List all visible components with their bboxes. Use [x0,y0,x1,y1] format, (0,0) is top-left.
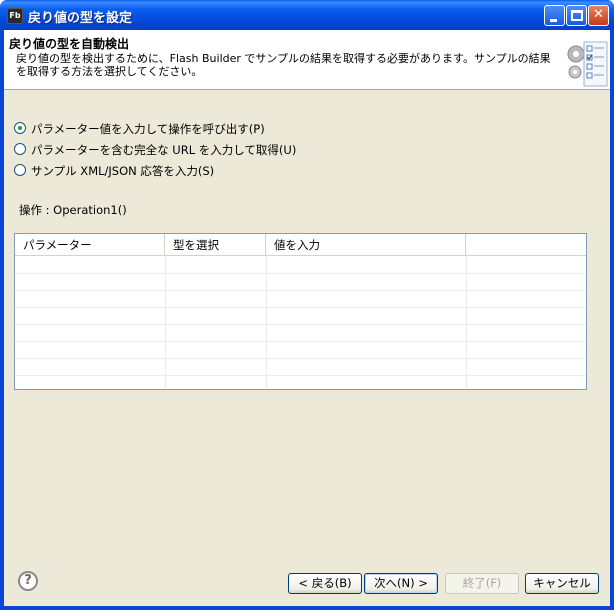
option-label: サンプル XML/JSON 応答を入力(S) [31,164,215,178]
column-header-parameter[interactable]: パラメーター [15,234,165,256]
finish-button[interactable]: 終了(F) [445,573,519,594]
minimize-icon [550,19,557,22]
window-title: 戻り値の型を設定 [28,11,133,26]
back-button[interactable]: < 戻る(B) [288,573,362,594]
column-header-type[interactable]: 型を選択 [165,234,266,256]
close-button[interactable]: ✕ [588,5,609,26]
radio-invoke-operation[interactable] [14,122,26,134]
option-label: パラメーター値を入力して操作を呼び出す(P) [31,122,265,136]
dialog-content: 戻り値の型を自動検出 戻り値の型を検出するために、Flash Builder で… [4,30,610,606]
grid-line [15,307,586,308]
title-bar[interactable]: Fb 戻り値の型を設定 ✕ [0,0,614,30]
grid-line [15,341,586,342]
table-header: パラメーター 型を選択 値を入力 [15,234,586,256]
grid-line [466,256,467,389]
grid-line [15,375,586,376]
column-header-empty[interactable] [466,234,586,256]
grid-line [15,324,586,325]
banner-title: 戻り値の型を自動検出 [9,37,130,51]
grid-line [15,290,586,291]
minimize-button[interactable] [544,5,565,26]
dialog-window: Fb 戻り値の型を設定 ✕ 戻り値の型を自動検出 戻り値の型を検出するために、F… [0,0,614,610]
radio-sample-response[interactable] [14,164,26,176]
radio-enter-url[interactable] [14,143,26,155]
wizard-gear-icon [567,41,608,87]
option-label: パラメーターを含む完全な URL を入力して取得(U) [31,143,297,157]
column-header-value[interactable]: 値を入力 [266,234,466,256]
app-icon: Fb [7,8,23,24]
next-button[interactable]: 次へ(N) > [364,573,438,594]
grid-line [15,358,586,359]
cancel-button[interactable]: キャンセル [525,573,599,594]
operation-label: 操作 : Operation1() [19,203,127,217]
banner-description: 戻り値の型を検出するために、Flash Builder でサンプルの結果を取得す… [16,52,551,78]
grid-line [15,273,586,274]
maximize-button[interactable] [566,5,587,26]
close-icon: ✕ [593,7,604,22]
wizard-banner: 戻り値の型を自動検出 戻り値の型を検出するために、Flash Builder で… [4,30,610,90]
parameter-table[interactable]: パラメーター 型を選択 値を入力 [14,233,587,390]
maximize-icon [571,10,583,21]
grid-line [266,256,267,389]
help-icon[interactable]: ? [18,571,38,591]
grid-line [165,256,166,389]
